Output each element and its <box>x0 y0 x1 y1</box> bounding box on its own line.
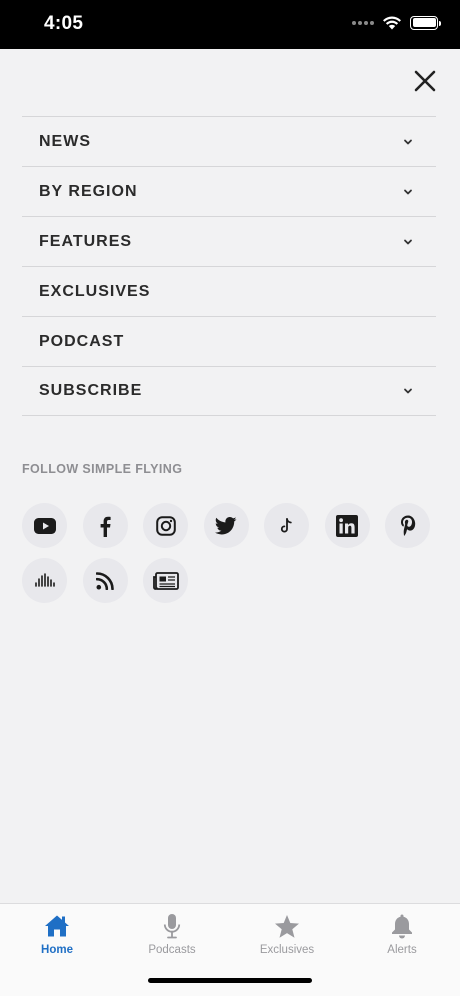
signal-icon <box>352 20 374 25</box>
rss-icon <box>96 571 114 590</box>
anchor-podcast-icon <box>34 572 55 587</box>
wifi-icon <box>382 15 402 30</box>
linkedin-icon <box>336 514 358 537</box>
youtube-icon <box>33 517 56 534</box>
tab-exclusives[interactable]: Exclusives <box>242 912 332 956</box>
menu-item-by-region[interactable]: BY REGION <box>22 166 436 216</box>
battery-icon <box>410 15 441 30</box>
menu-item-exclusives[interactable]: EXCLUSIVES <box>22 266 436 316</box>
instagram-icon <box>155 515 176 536</box>
chevron-down-icon <box>404 388 412 394</box>
menu-item-label: SUBSCRIBE <box>39 382 143 399</box>
star-icon <box>275 914 299 938</box>
home-indicator <box>148 978 312 983</box>
twitter-icon <box>215 516 237 534</box>
youtube-link[interactable] <box>22 503 67 548</box>
status-bar: 4:05 <box>0 0 460 49</box>
menu-item-subscribe[interactable]: SUBSCRIBE <box>22 366 436 416</box>
status-time: 4:05 <box>44 13 84 34</box>
close-icon <box>414 70 436 92</box>
menu-item-label: NEWS <box>39 132 91 150</box>
instagram-link[interactable] <box>143 503 188 548</box>
menu-item-label: BY REGION <box>39 182 138 200</box>
tiktok-icon <box>280 517 292 532</box>
newspaper-icon <box>152 571 179 590</box>
tab-label: Exclusives <box>259 944 315 956</box>
newsletter-link[interactable] <box>143 558 188 603</box>
menu-item-label: FEATURES <box>39 232 133 250</box>
menu-item-features[interactable]: FEATURES <box>22 216 436 266</box>
home-icon <box>45 915 69 937</box>
menu-item-podcast[interactable]: PODCAST <box>22 316 436 366</box>
menu-item-label: EXCLUSIVES <box>39 282 151 300</box>
follow-title: FOLLOW SIMPLE FLYING <box>22 462 183 476</box>
tab-podcasts[interactable]: Podcasts <box>127 912 217 956</box>
chevron-down-icon <box>404 189 412 194</box>
linkedin-link[interactable] <box>324 503 370 548</box>
bell-icon <box>392 914 412 939</box>
main-menu: NEWS BY REGION FEATURES EXCLUSIVES PODCA… <box>22 116 436 416</box>
pinterest-icon <box>400 515 415 536</box>
chevron-down-icon <box>404 239 412 244</box>
tab-alerts[interactable]: Alerts <box>357 912 447 956</box>
anchor-link[interactable] <box>22 558 67 603</box>
pinterest-link[interactable] <box>385 503 430 548</box>
facebook-link[interactable] <box>82 503 128 548</box>
tab-label: Home <box>41 944 73 956</box>
tab-label: Podcasts <box>148 944 196 956</box>
microphone-icon <box>163 914 181 939</box>
tab-home[interactable]: Home <box>12 912 102 956</box>
close-menu-button[interactable] <box>412 68 438 94</box>
chevron-down-icon <box>404 139 412 144</box>
status-icons <box>352 15 441 30</box>
tiktok-link[interactable] <box>264 503 309 548</box>
tab-label: Alerts <box>387 944 417 956</box>
twitter-link[interactable] <box>203 503 249 548</box>
menu-item-news[interactable]: NEWS <box>22 116 436 166</box>
facebook-icon <box>100 516 111 537</box>
menu-item-label: PODCAST <box>39 332 125 350</box>
rss-link[interactable] <box>82 558 128 603</box>
social-links <box>22 503 442 603</box>
